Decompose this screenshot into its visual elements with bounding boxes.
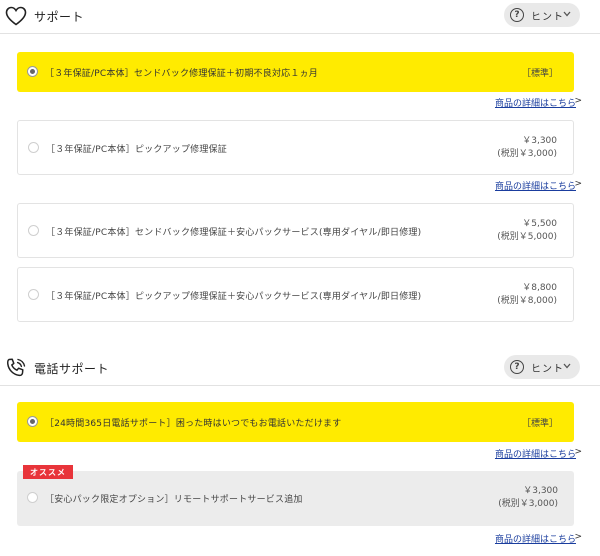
option-label: ［３年保証/PC本体］ピックアップ修理保証＋安心パックサービス(専用ダイヤル/即…	[46, 292, 422, 302]
hint-button[interactable]: ? ヒント	[504, 355, 580, 379]
chevron-right-icon: >	[574, 179, 582, 189]
radio-button[interactable]	[28, 289, 39, 300]
price-block: ￥3,300 (税別￥3,000)	[497, 135, 557, 161]
support-option-2[interactable]: ［３年保証/PC本体］ピックアップ修理保証 ￥3,300 (税別￥3,000)	[17, 120, 574, 175]
price-tax: (税別￥3,000)	[498, 499, 558, 509]
price-block: ￥5,500 (税別￥5,000)	[497, 218, 557, 244]
hint-button[interactable]: ? ヒント	[504, 3, 580, 27]
support-option-3[interactable]: ［３年保証/PC本体］センドバック修理保証＋安心パックサービス(専用ダイヤル/即…	[17, 203, 574, 258]
phone-icon	[6, 358, 26, 377]
detail-link[interactable]: 商品の詳細はこちら	[495, 447, 576, 460]
detail-link[interactable]: 商品の詳細はこちら	[495, 179, 576, 192]
heart-icon	[5, 6, 27, 26]
standard-tag: ［標準］	[521, 69, 558, 79]
support-option-4[interactable]: ［３年保証/PC本体］ピックアップ修理保証＋安心パックサービス(専用ダイヤル/即…	[17, 267, 574, 322]
option-label: ［３年保証/PC本体］センドバック修理保証＋初期不良対応１ヵ月	[45, 69, 318, 79]
radio-button[interactable]	[27, 416, 38, 427]
chevron-right-icon: >	[574, 532, 582, 542]
section-title: サポート	[34, 10, 85, 24]
price: ￥3,300	[523, 486, 558, 496]
support-section-header: サポート ? ヒント	[0, 0, 600, 34]
chevron-right-icon: >	[574, 447, 582, 457]
detail-link[interactable]: 商品の詳細はこちら	[495, 96, 576, 109]
recommended-badge: オススメ	[23, 465, 73, 479]
price: ￥8,800	[522, 283, 557, 293]
detail-link[interactable]: 商品の詳細はこちら	[495, 532, 576, 545]
hint-label: ヒント	[531, 11, 564, 23]
chevron-right-icon: >	[574, 96, 582, 106]
phone-option-2[interactable]: ［安心パック限定オプション］リモートサポートサービス追加 ￥3,300 (税別￥…	[17, 471, 574, 526]
price-tax: (税別￥5,000)	[497, 232, 557, 242]
option-label: ［３年保証/PC本体］センドバック修理保証＋安心パックサービス(専用ダイヤル/即…	[46, 228, 422, 238]
option-label: ［３年保証/PC本体］ピックアップ修理保証	[46, 145, 227, 155]
chevron-down-icon	[563, 363, 571, 369]
question-icon: ?	[510, 8, 524, 22]
price-tax: (税別￥8,000)	[497, 296, 557, 306]
radio-button[interactable]	[27, 66, 38, 77]
phone-option-1[interactable]: ［24時間365日電話サポート］困った時はいつでもお電話いただけます ［標準］	[17, 402, 574, 442]
section-title: 電話サポート	[34, 362, 110, 376]
option-label: ［安心パック限定オプション］リモートサポートサービス追加	[45, 495, 303, 505]
chevron-down-icon	[563, 11, 571, 17]
standard-tag: ［標準］	[521, 419, 558, 429]
price-block: ￥3,300 (税別￥3,000)	[498, 485, 558, 511]
radio-button[interactable]	[28, 225, 39, 236]
support-option-1[interactable]: ［３年保証/PC本体］センドバック修理保証＋初期不良対応１ヵ月 ［標準］	[17, 52, 574, 92]
option-label: ［24時間365日電話サポート］困った時はいつでもお電話いただけます	[45, 419, 342, 429]
question-icon: ?	[510, 360, 524, 374]
radio-button[interactable]	[28, 142, 39, 153]
price-tax: (税別￥3,000)	[497, 149, 557, 159]
price: ￥3,300	[522, 136, 557, 146]
radio-button[interactable]	[27, 492, 38, 503]
price: ￥5,500	[522, 219, 557, 229]
hint-label: ヒント	[531, 363, 564, 375]
price-block: ￥8,800 (税別￥8,000)	[497, 282, 557, 308]
phone-support-section-header: 電話サポート ? ヒント	[0, 352, 600, 386]
